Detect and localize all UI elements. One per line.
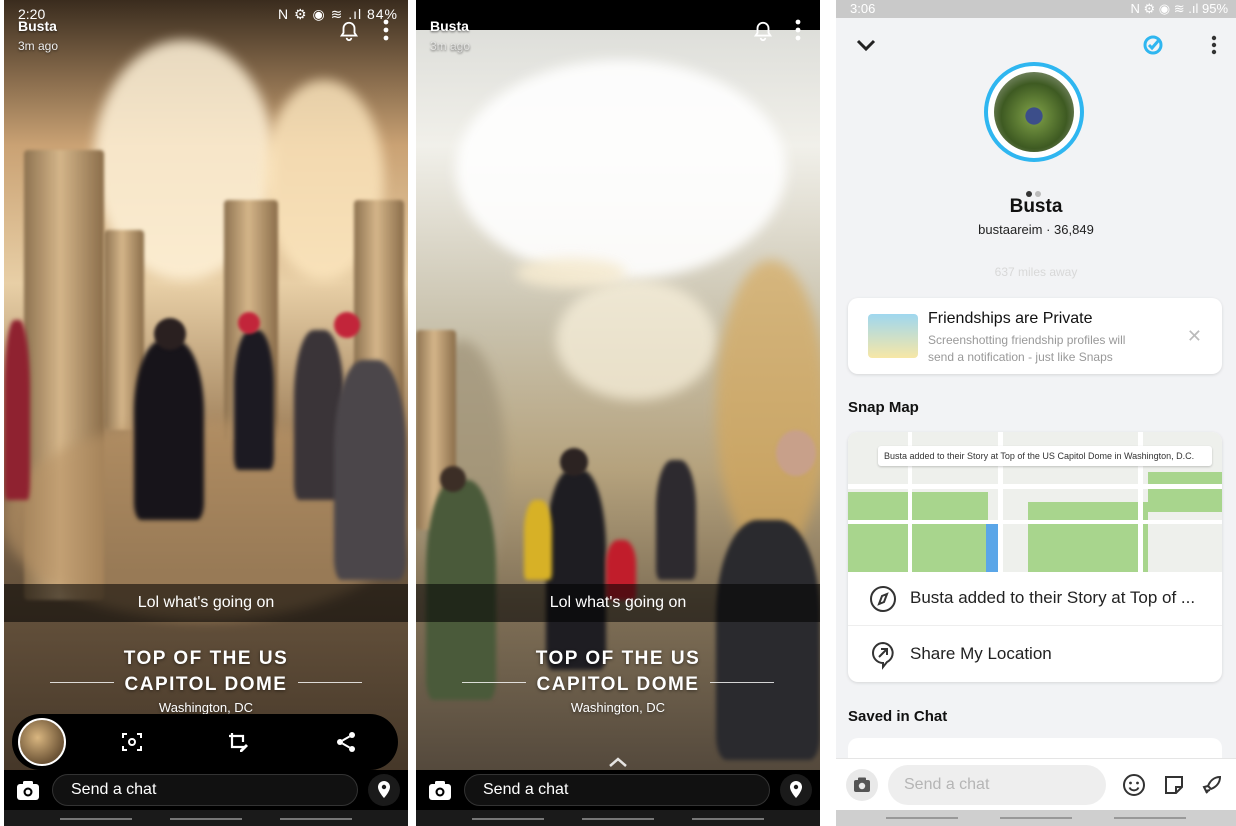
geofilter: TOP OF THE US CAPITOL DOME Washington, D… — [4, 646, 408, 715]
close-icon[interactable]: ✕ — [1187, 326, 1202, 347]
privacy-title: Friendships are Private — [928, 310, 1093, 327]
story-timestamp: 3m ago — [430, 39, 471, 53]
share-location-icon — [872, 641, 894, 670]
profile-username: bustaareim — [978, 222, 1043, 237]
geofilter-rule-left — [50, 682, 114, 683]
story-location-row[interactable]: Busta added to their Story at Top of ... — [848, 572, 1222, 626]
story-timestamp: 3m ago — [18, 39, 59, 53]
story-username[interactable]: Busta — [430, 18, 469, 34]
geofilter-subtitle: Washington, DC — [158, 700, 254, 715]
emoji-icon[interactable] — [1122, 773, 1146, 797]
story-location-label: Busta added to their Story at Top of ... — [910, 588, 1196, 607]
location-button[interactable] — [780, 774, 812, 806]
system-nav-bar — [836, 810, 1236, 826]
snap-map-card: Busta added to their Story at Top of the… — [848, 432, 1222, 682]
send-chat-input[interactable]: Send a chat — [464, 774, 770, 806]
friendship-illustration-icon — [868, 314, 918, 358]
send-chat-input[interactable]: Send a chat — [888, 765, 1106, 805]
geofilter-rule-right — [298, 682, 362, 683]
geofilter-line1: TOP OF THE US — [535, 648, 701, 669]
geofilter-subtitle: Washington, DC — [570, 700, 666, 715]
system-nav-bar — [4, 810, 408, 826]
location-button[interactable] — [368, 774, 400, 806]
location-pin-icon — [378, 781, 390, 798]
status-icons: N ⚙ ◉ ≋ .ıl 95% — [1130, 1, 1228, 16]
story-thumbnail[interactable] — [18, 718, 66, 766]
privacy-notice-card: Friendships are Private Screenshotting f… — [848, 298, 1222, 374]
profile-distance: 637 miles away — [994, 265, 1078, 279]
geofilter-rule-right — [710, 682, 774, 683]
chevron-up-icon[interactable] — [608, 756, 628, 768]
story-action-bar — [12, 714, 398, 770]
camera-icon[interactable] — [426, 776, 454, 804]
bell-icon[interactable] — [752, 20, 774, 42]
camera-icon — [854, 777, 870, 792]
camera-icon[interactable] — [14, 776, 42, 804]
saved-in-chat-card — [848, 738, 1222, 758]
story-viewer-screen-2: Busta 3m ago Lol what's going on TOP OF … — [416, 0, 820, 826]
bell-icon[interactable] — [338, 20, 360, 42]
snap-caption: Lol what's going on — [4, 584, 408, 622]
more-options-icon[interactable] — [794, 18, 802, 42]
geofilter-rule-left — [462, 682, 526, 683]
chat-bar: Send a chat — [4, 770, 408, 810]
snap-map-preview[interactable]: Busta added to their Story at Top of the… — [848, 432, 1222, 572]
chevron-down-icon[interactable] — [856, 38, 876, 52]
profile-name: Busta — [1009, 196, 1063, 217]
chat-bar: Send a chat — [836, 758, 1236, 810]
status-time: 3:06 — [850, 1, 876, 16]
location-pin-icon — [790, 781, 802, 798]
avatar-photo — [994, 72, 1074, 152]
privacy-description: Screenshotting friendship profiles will … — [928, 333, 1126, 364]
story-username[interactable]: Busta — [18, 18, 57, 34]
send-chat-input[interactable]: Send a chat — [52, 774, 358, 806]
scan-icon[interactable] — [120, 730, 144, 754]
remix-icon[interactable] — [226, 730, 250, 754]
snap-caption: Lol what's going on — [416, 584, 820, 622]
geofilter-line2: CAPITOL DOME — [536, 674, 700, 695]
compass-icon — [870, 586, 896, 612]
spectacles-icon[interactable] — [1142, 34, 1164, 56]
story-viewer-screen-1: 2:20 N ⚙ ◉ ≋ .ıl 84% Busta 3m ago Lol wh… — [4, 0, 408, 826]
friend-profile-screen: 3:06 N ⚙ ◉ ≋ .ıl 95% Busta bustaareim · … — [836, 0, 1236, 826]
system-nav-bar — [416, 810, 820, 826]
more-options-icon[interactable] — [382, 18, 390, 42]
chat-bar: Send a chat — [416, 770, 820, 810]
share-icon[interactable] — [334, 730, 358, 754]
snap-map-heading: Snap Map — [848, 399, 919, 416]
share-location-label: Share My Location — [910, 644, 1052, 663]
geofilter-line1: TOP OF THE US — [123, 648, 289, 669]
more-options-icon[interactable] — [1210, 34, 1218, 56]
profile-avatar[interactable] — [984, 62, 1084, 162]
share-location-row[interactable]: Share My Location — [848, 628, 1222, 682]
geofilter-line2: CAPITOL DOME — [124, 674, 288, 695]
map-story-banner: Busta added to their Story at Top of the… — [878, 446, 1212, 466]
geofilter: TOP OF THE US CAPITOL DOME Washington, D… — [416, 646, 820, 715]
rocket-icon[interactable] — [1200, 773, 1224, 797]
saved-in-chat-heading: Saved in Chat — [848, 708, 948, 725]
profile-username-score: bustaareim · 36,849 — [978, 222, 1094, 237]
status-bar: 3:06 N ⚙ ◉ ≋ .ıl 95% — [836, 0, 1236, 18]
stickers-icon[interactable] — [1162, 773, 1186, 797]
camera-button[interactable] — [846, 769, 878, 801]
snap-score: 36,849 — [1054, 222, 1094, 237]
